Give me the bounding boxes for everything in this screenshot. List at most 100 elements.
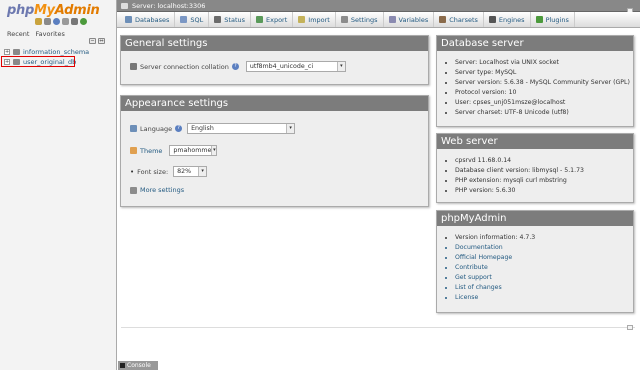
license-link[interactable]: License — [455, 293, 633, 303]
tab-charsets[interactable]: Charsets — [434, 12, 484, 27]
web-server-panel: Web server cpsrvd 11.68.0.14 Database cl… — [436, 133, 634, 203]
database-icon — [13, 49, 20, 55]
list-item: cpsrvd 11.68.0.14 — [455, 156, 633, 166]
recent-favorites-tabs: Recent Favorites — [7, 30, 65, 38]
help-icon[interactable]: ? — [175, 125, 183, 132]
panel-title: Appearance settings — [121, 96, 428, 111]
collation-row: Server connection collation ? utf8mb4_un… — [130, 61, 346, 72]
chevron-down-icon: ▾ — [286, 124, 295, 133]
plugins-icon — [535, 16, 543, 23]
language-label: Language — [140, 124, 173, 133]
docs-icon[interactable] — [62, 18, 69, 25]
fontsize-label: Font size: — [137, 167, 169, 176]
variables-icon — [388, 16, 396, 23]
phpmyadmin-info-panel: phpMyAdmin Version information: 4.7.3 Do… — [436, 210, 634, 313]
sql-icon — [180, 16, 188, 23]
console-icon — [120, 363, 125, 368]
wrench-icon — [130, 186, 137, 194]
server-breadcrumb[interactable]: Server: localhost:3306 — [132, 2, 205, 10]
status-icon — [214, 16, 222, 23]
language-select[interactable]: English ▾ — [187, 123, 296, 134]
fontsize-select[interactable]: 82% ▾ — [173, 166, 208, 177]
tab-settings[interactable]: Settings — [336, 12, 384, 27]
phpmyadmin-logo[interactable]: phpMyAdmin — [7, 3, 100, 18]
collation-icon — [130, 63, 137, 70]
tab-engines[interactable]: Engines — [484, 12, 531, 27]
theme-label[interactable]: Theme — [140, 147, 162, 155]
divider — [121, 327, 635, 328]
panel-title: Web server — [437, 134, 633, 149]
charsets-icon — [439, 16, 447, 23]
chevron-down-icon: ▾ — [211, 146, 217, 155]
contribute-link[interactable]: Contribute — [455, 263, 633, 273]
recent-tab[interactable]: Recent — [7, 30, 29, 38]
logout-icon[interactable] — [44, 18, 51, 25]
support-link[interactable]: Get support — [455, 273, 633, 283]
favorites-tab[interactable]: Favorites — [35, 30, 64, 38]
fontsize-row: • Font size: 82% ▾ — [130, 166, 208, 177]
database-icon — [125, 16, 132, 23]
bullet-icon: • — [130, 167, 135, 176]
list-item: PHP version: 5.6.30 — [455, 186, 633, 196]
server-icon — [121, 2, 128, 9]
chevron-down-icon: ▾ — [198, 167, 207, 176]
tab-variables[interactable]: Variables — [384, 12, 435, 27]
list-item: Database client version: libmysql - 5.1.… — [455, 166, 633, 176]
tab-export[interactable]: Export — [251, 12, 294, 27]
nav-icon-bar — [35, 18, 87, 25]
top-menu-tabs: Databases SQL Status Export Import Setti… — [117, 12, 640, 28]
link-with-main-button[interactable]: ⇔ — [98, 38, 105, 44]
list-item: Protocol version: 10 — [455, 88, 633, 98]
documentation-link[interactable]: Documentation — [455, 243, 633, 253]
settings-icon[interactable] — [71, 18, 78, 25]
more-settings-row: More settings — [130, 186, 184, 194]
language-icon — [130, 125, 137, 132]
chevron-down-icon: ▾ — [336, 62, 345, 71]
collapse-all-button[interactable]: − — [89, 38, 96, 44]
server-info-list: Server: Localhost via UNIX socket Server… — [437, 51, 633, 118]
tab-plugins[interactable]: Plugins — [531, 12, 575, 27]
help-icon[interactable]: ? — [231, 63, 239, 70]
database-server-panel: Database server Server: Localhost via UN… — [436, 35, 634, 127]
tab-databases[interactable]: Databases — [117, 12, 176, 27]
changes-link[interactable]: List of changes — [455, 283, 633, 293]
more-settings-link[interactable]: More settings — [140, 186, 184, 194]
help-icon[interactable] — [53, 18, 60, 25]
list-item: Server version: 5.6.38 - MySQL Community… — [455, 78, 633, 88]
collation-label: Server connection collation — [140, 62, 229, 71]
scroll-top-icon[interactable] — [627, 325, 633, 330]
reload-icon[interactable] — [80, 18, 87, 25]
theme-select[interactable]: pmahomme ▾ — [169, 145, 218, 156]
expand-icon[interactable]: + — [4, 49, 10, 55]
home-icon[interactable] — [35, 18, 42, 25]
general-settings-panel: General settings Server connection colla… — [120, 35, 429, 85]
homepage-link[interactable]: Official Homepage — [455, 253, 633, 263]
import-icon — [298, 16, 306, 23]
tree-controls: − ⇔ — [89, 38, 105, 44]
list-item: PHP extension: mysqli curl mbstring — [455, 176, 633, 186]
console-label: Console — [127, 362, 151, 369]
panel-title: Database server — [437, 36, 633, 51]
tab-sql[interactable]: SQL — [175, 12, 210, 27]
appearance-settings-panel: Appearance settings Language ? English ▾ … — [120, 95, 429, 207]
list-item: Server charset: UTF-8 Unicode (utf8) — [455, 108, 633, 118]
panel-title: phpMyAdmin — [437, 211, 633, 226]
collation-select[interactable]: utf8mb4_unicode_ci ▾ — [245, 61, 346, 72]
navigation-sidebar: phpMyAdmin Recent Favorites − ⇔ + inform… — [0, 0, 117, 370]
engines-icon — [488, 16, 496, 23]
tab-import[interactable]: Import — [293, 12, 336, 27]
export-icon — [256, 16, 263, 23]
theme-row: Theme pmahomme ▾ — [130, 145, 218, 156]
phpmyadmin-list: Version information: 4.7.3 Documentation… — [437, 226, 633, 303]
theme-icon — [130, 147, 137, 154]
tab-status[interactable]: Status — [209, 12, 251, 27]
web-server-list: cpsrvd 11.68.0.14 Database client versio… — [437, 149, 633, 196]
server-breadcrumb-bar: Server: localhost:3306 — [117, 0, 640, 12]
list-item: Server: Localhost via UNIX socket — [455, 58, 633, 68]
list-item: Server type: MySQL — [455, 68, 633, 78]
db-name[interactable]: information_schema — [23, 48, 89, 56]
highlight-box — [1, 56, 75, 67]
panel-title: General settings — [121, 36, 428, 51]
language-row: Language ? English ▾ — [130, 123, 296, 134]
console-toggle[interactable]: Console — [118, 361, 158, 370]
